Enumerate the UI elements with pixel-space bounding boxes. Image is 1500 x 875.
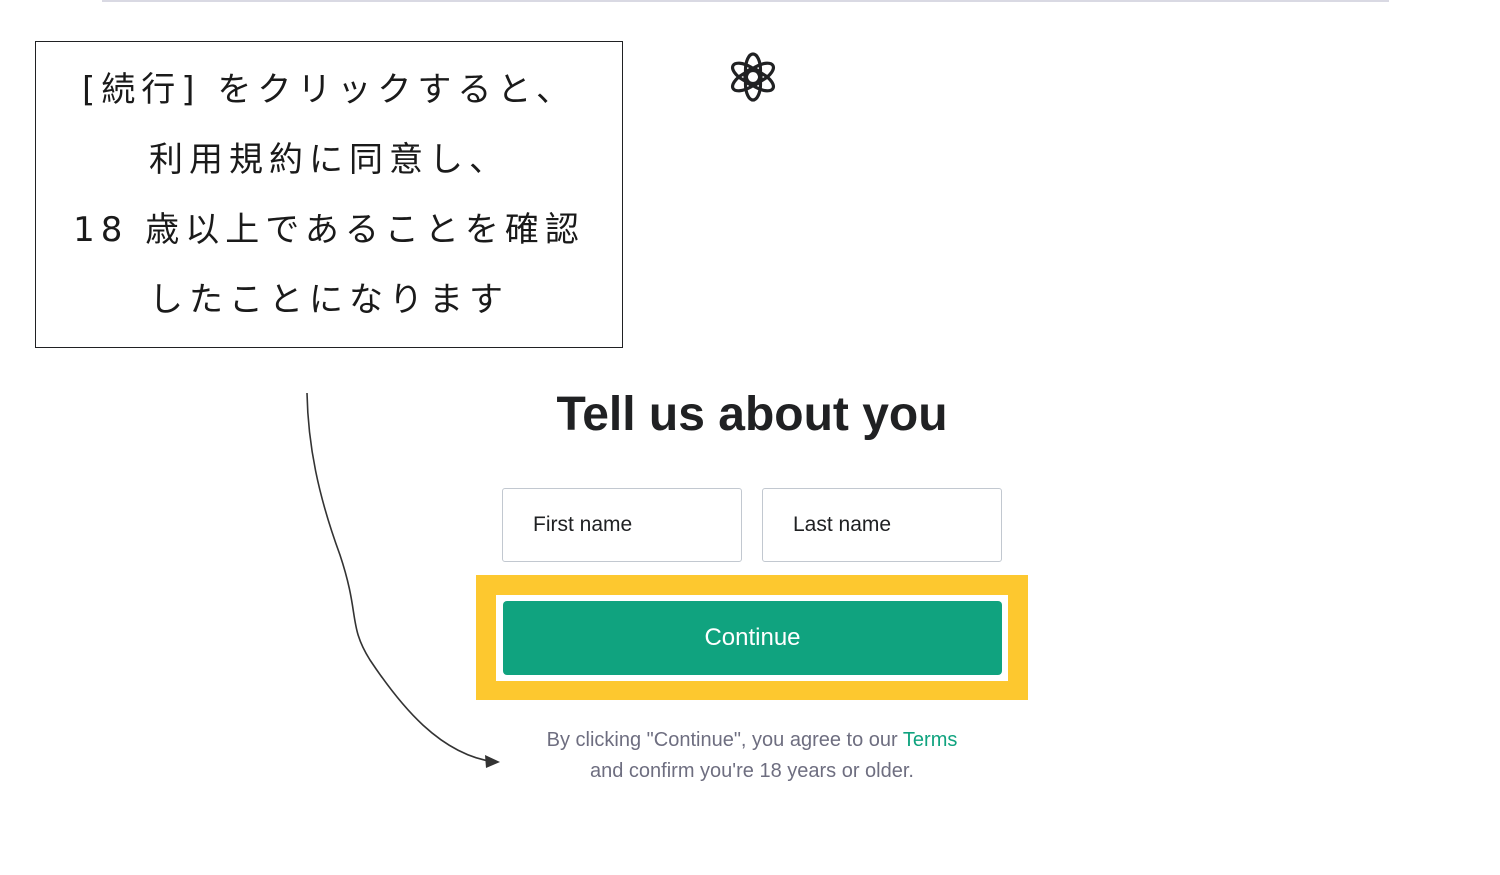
last-name-input[interactable] (762, 488, 1002, 562)
legal-suffix: and confirm you're 18 years or older. (590, 760, 914, 782)
legal-notice: By clicking "Continue", you agree to our… (450, 725, 1054, 787)
first-name-input[interactable] (502, 488, 742, 562)
legal-prefix: By clicking "Continue", you agree to our (546, 729, 898, 751)
annotation-line: 利用規約に同意し、 (149, 139, 509, 180)
annotation-line: 18 歳以上であることを確認 (73, 209, 585, 250)
top-divider (102, 0, 1389, 2)
openai-logo-icon (730, 52, 776, 102)
annotation-line: [続行] をクリックすると、 (82, 69, 576, 110)
annotation-line: したことになります (149, 279, 509, 320)
continue-button[interactable]: Continue (503, 601, 1002, 675)
page-title: Tell us about you (556, 388, 948, 441)
terms-link[interactable]: Terms (903, 729, 957, 751)
annotation-callout: [続行] をクリックすると、 利用規約に同意し、 18 歳以上であることを確認 … (35, 41, 623, 348)
